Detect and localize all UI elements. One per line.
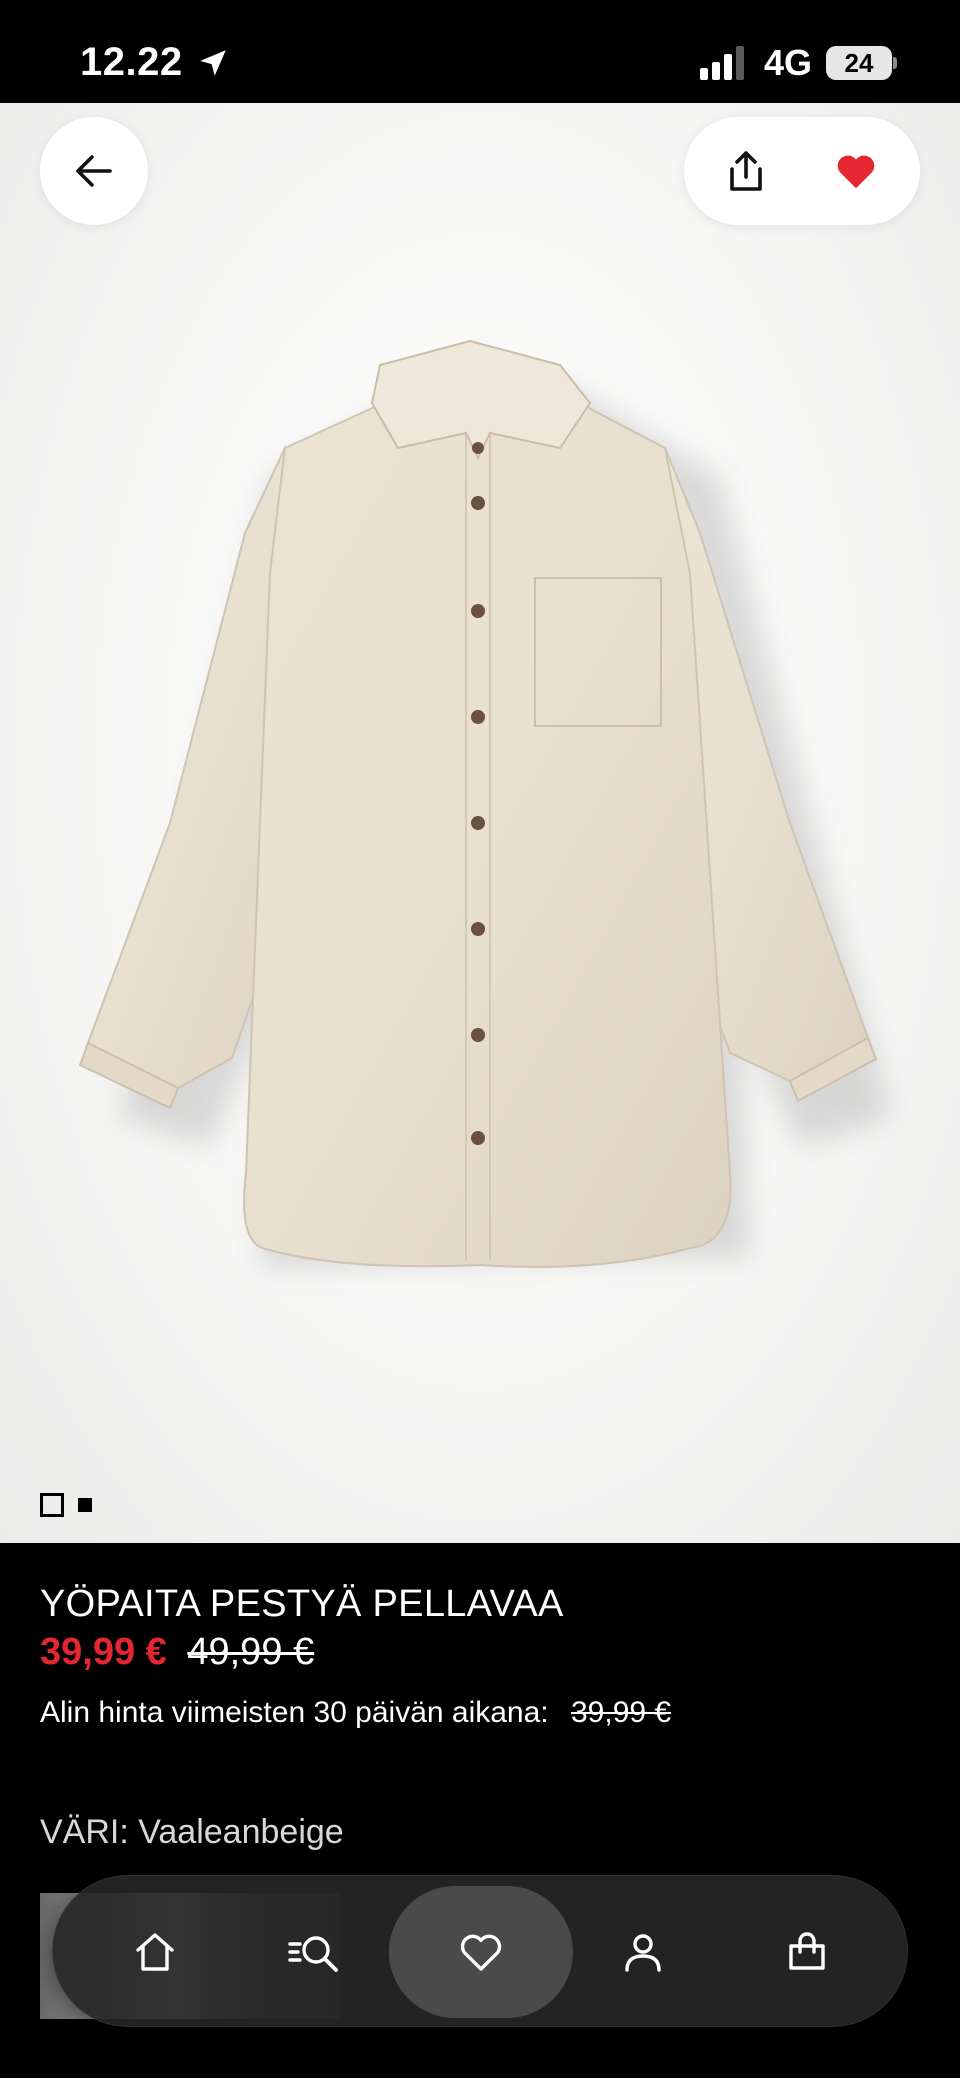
gallery-dot-2[interactable] bbox=[78, 1498, 92, 1512]
share-button[interactable] bbox=[714, 139, 778, 203]
product-actions bbox=[684, 117, 920, 225]
lowest-price-label: Alin hinta viimeisten 30 päivän aikana: bbox=[40, 1696, 549, 1729]
product-photo-shirt bbox=[78, 339, 890, 1268]
network-type: 4G bbox=[764, 42, 813, 83]
back-button[interactable] bbox=[40, 117, 148, 225]
nav-account-button[interactable] bbox=[593, 1902, 693, 2002]
heart-icon bbox=[837, 155, 875, 189]
price-row: 39,99 € 49,99 € bbox=[40, 1631, 314, 1674]
nav-favorites-button[interactable] bbox=[389, 1886, 573, 2018]
nav-home-button[interactable] bbox=[105, 1902, 205, 2002]
battery-indicator: 24 bbox=[826, 46, 892, 80]
original-price: 49,99 € bbox=[187, 1631, 315, 1673]
battery-nub bbox=[893, 57, 897, 69]
location-arrow-icon bbox=[200, 50, 226, 76]
share-icon bbox=[730, 151, 762, 191]
lowest-price-row: Alin hinta viimeisten 30 päivän aikana: … bbox=[40, 1696, 671, 1730]
sale-price: 39,99 € bbox=[40, 1631, 167, 1673]
status-bar: 12.22 4G 24 bbox=[0, 0, 960, 103]
nav-bag-button[interactable] bbox=[757, 1902, 857, 2002]
cellular-signal-icon bbox=[700, 46, 744, 80]
product-image-gallery[interactable] bbox=[0, 103, 960, 1543]
account-icon bbox=[625, 1934, 661, 1972]
search-icon bbox=[288, 1936, 338, 1972]
bottom-navigation bbox=[52, 1875, 908, 2027]
product-title: YÖPAITA PESTYÄ PELLAVAA bbox=[40, 1583, 564, 1625]
gallery-pagination bbox=[40, 1493, 92, 1517]
heart-icon bbox=[460, 1934, 502, 1971]
status-time: 12.22 bbox=[80, 40, 183, 84]
nav-search-button[interactable] bbox=[265, 1902, 365, 2002]
color-label: VÄRI: Vaaleanbeige bbox=[40, 1813, 344, 1851]
arrow-left-icon bbox=[76, 155, 112, 187]
bag-icon bbox=[789, 1932, 825, 1970]
home-icon bbox=[136, 1933, 174, 1971]
favorite-button[interactable] bbox=[824, 139, 888, 203]
gallery-dot-1[interactable] bbox=[40, 1493, 64, 1517]
lowest-price-value: 39,99 € bbox=[570, 1696, 672, 1729]
